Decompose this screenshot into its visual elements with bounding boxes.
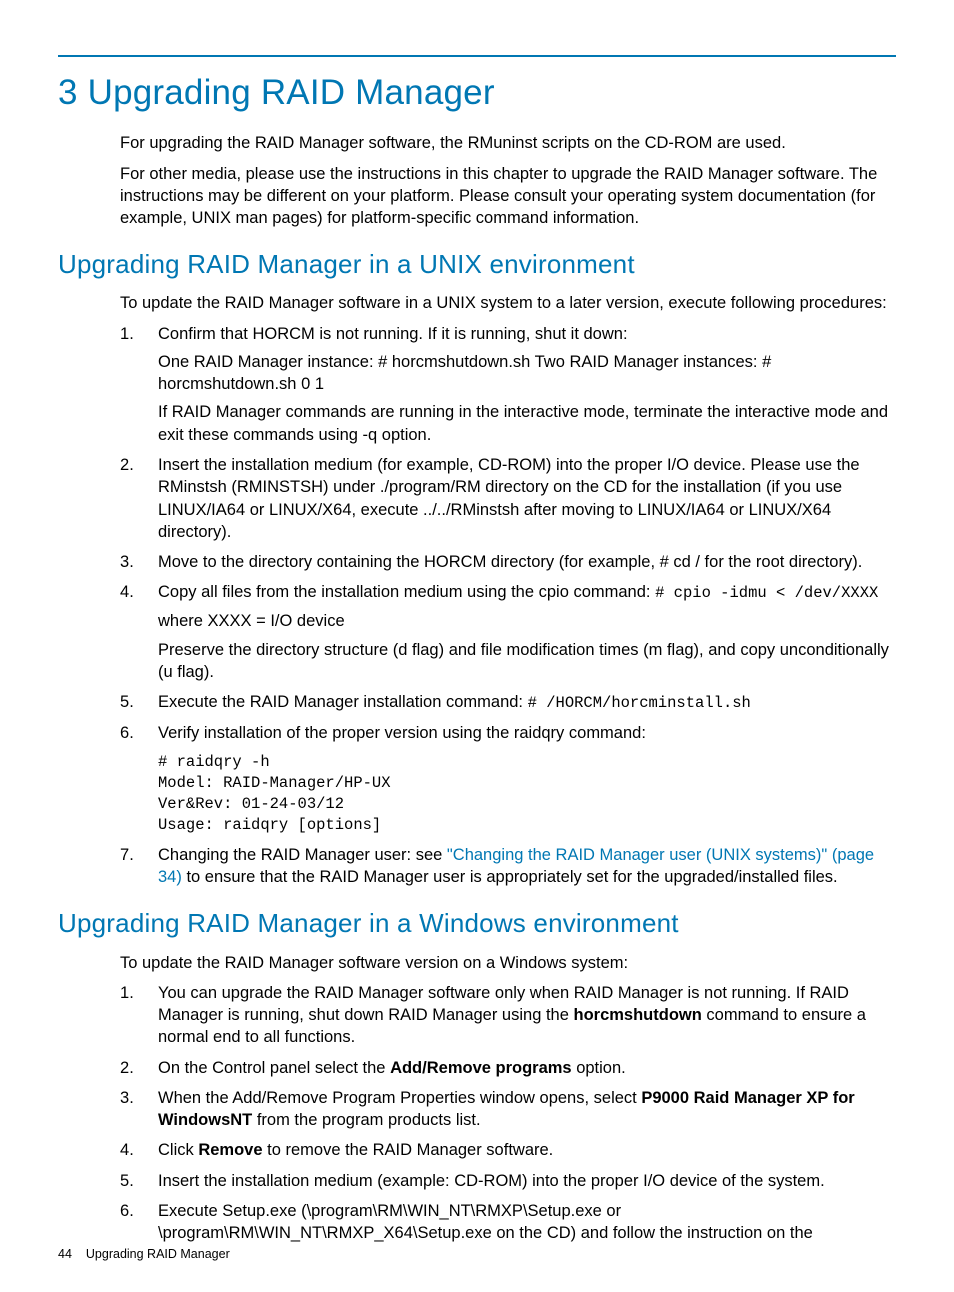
inline-code: # /HORCM/horcminstall.sh [528, 694, 751, 712]
step-text: Confirm that HORCM is not running. If it… [158, 325, 628, 343]
page-number: 44 [58, 1247, 72, 1261]
unix-steps-list: Confirm that HORCM is not running. If it… [120, 323, 896, 889]
unix-step-3: Move to the directory containing the HOR… [120, 551, 896, 573]
footer-section: Upgrading RAID Manager [86, 1247, 230, 1261]
bold-term: horcmshutdown [573, 1006, 701, 1024]
step-text: Execute the RAID Manager installation co… [158, 693, 528, 711]
bold-term: Remove [198, 1141, 262, 1159]
step-text-tail: option. [572, 1059, 626, 1077]
step-text: Changing the RAID Manager user: see [158, 846, 447, 864]
inline-code: # cpio -idmu < /dev/XXXX [655, 584, 878, 602]
unix-step-4: Copy all files from the installation med… [120, 581, 896, 683]
chapter-title: 3 Upgrading RAID Manager [58, 69, 896, 116]
unix-intro: To update the RAID Manager software in a… [120, 292, 896, 314]
page-footer: 44 Upgrading RAID Manager [58, 1246, 230, 1263]
windows-step-6: Execute Setup.exe (\program\RM\WIN_NT\RM… [120, 1200, 896, 1245]
step-sub: Preserve the directory structure (d flag… [158, 639, 896, 684]
step-text: Click [158, 1141, 198, 1159]
windows-intro: To update the RAID Manager software vers… [120, 952, 896, 974]
step-text: Copy all files from the installation med… [158, 583, 655, 601]
windows-step-5: Insert the installation medium (example:… [120, 1170, 896, 1192]
bold-term: Add/Remove programs [390, 1059, 572, 1077]
unix-step-1: Confirm that HORCM is not running. If it… [120, 323, 896, 446]
unix-step-5: Execute the RAID Manager installation co… [120, 691, 896, 714]
code-block: # raidqry -h Model: RAID-Manager/HP-UX V… [158, 752, 896, 836]
unix-step-2: Insert the installation medium (for exam… [120, 454, 896, 543]
unix-step-6: Verify installation of the proper versio… [120, 722, 896, 836]
intro-paragraph-1: For upgrading the RAID Manager software,… [120, 132, 896, 154]
step-text-tail: to remove the RAID Manager software. [263, 1141, 554, 1159]
windows-step-1: You can upgrade the RAID Manager softwar… [120, 982, 896, 1049]
intro-paragraph-2: For other media, please use the instruct… [120, 163, 896, 230]
section-heading-unix: Upgrading RAID Manager in a UNIX environ… [58, 247, 896, 282]
step-text-tail: to ensure that the RAID Manager user is … [182, 868, 838, 886]
step-text-tail: from the program products list. [252, 1111, 480, 1129]
step-text: On the Control panel select the [158, 1059, 390, 1077]
step-sub: One RAID Manager instance: # horcmshutdo… [158, 351, 896, 396]
windows-steps-list: You can upgrade the RAID Manager softwar… [120, 982, 896, 1245]
step-sub: If RAID Manager commands are running in … [158, 401, 896, 446]
unix-step-7: Changing the RAID Manager user: see "Cha… [120, 844, 896, 889]
step-text: When the Add/Remove Program Properties w… [158, 1089, 641, 1107]
step-sub: where XXXX = I/O device [158, 610, 896, 632]
windows-step-4: Click Remove to remove the RAID Manager … [120, 1139, 896, 1161]
section-heading-windows: Upgrading RAID Manager in a Windows envi… [58, 906, 896, 941]
windows-step-2: On the Control panel select the Add/Remo… [120, 1057, 896, 1079]
step-text: Verify installation of the proper versio… [158, 724, 646, 742]
windows-step-3: When the Add/Remove Program Properties w… [120, 1087, 896, 1132]
